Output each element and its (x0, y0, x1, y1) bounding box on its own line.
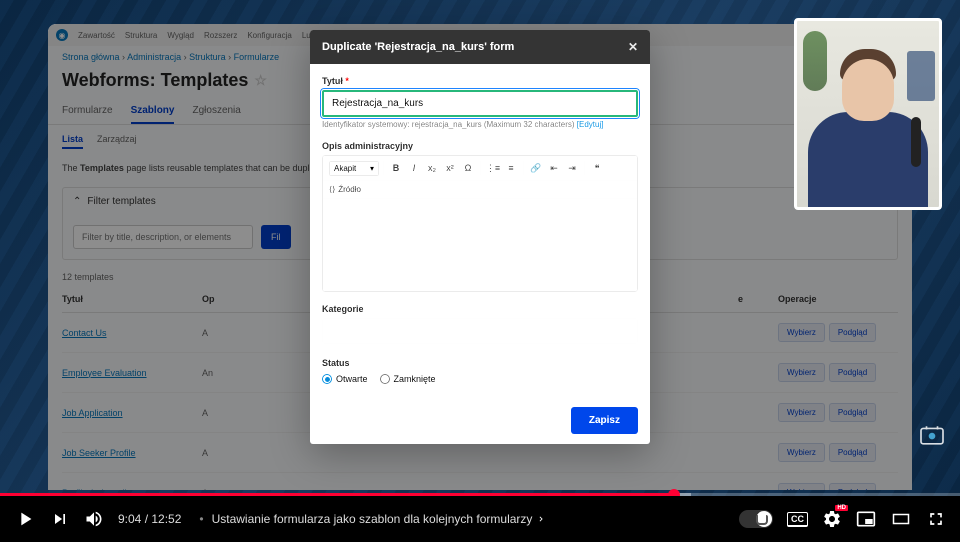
italic-icon[interactable]: I (406, 160, 422, 176)
bullet-list-icon[interactable]: ⋮≡ (485, 160, 501, 176)
settings-button[interactable]: HD (822, 509, 842, 529)
theater-button[interactable] (890, 510, 912, 528)
link-icon[interactable]: 🔗 (528, 160, 544, 176)
video-content: ◉ Zawartość Struktura Wygląd Rozszerz Ko… (0, 0, 960, 496)
machine-name-hint: Identyfikator systemowy: rejestracja_na_… (322, 120, 638, 129)
title-label: Tytuł * (322, 76, 638, 86)
next-button[interactable] (50, 509, 70, 529)
omega-icon[interactable]: Ω (460, 160, 476, 176)
captions-button[interactable]: CC (787, 512, 808, 527)
status-closed-radio[interactable]: Zamknięte (380, 374, 436, 384)
close-icon[interactable]: ✕ (628, 40, 638, 54)
fullscreen-button[interactable] (926, 509, 946, 529)
radio-checked-icon (322, 374, 332, 384)
radio-unchecked-icon (380, 374, 390, 384)
chapter-title[interactable]: Ustawianie formularza jako szablon dla k… (195, 512, 546, 526)
channel-watermark-icon[interactable] (918, 424, 946, 446)
hd-badge: HD (835, 505, 848, 511)
editor-textarea[interactable] (323, 199, 637, 291)
source-button[interactable]: ⟨⟩Źródło (329, 185, 631, 194)
modal-title: Duplicate 'Rejestracja_na_kurs' form (322, 41, 514, 53)
status-open-radio[interactable]: Otwarte (322, 374, 368, 384)
presenter-webcam (794, 18, 942, 210)
title-input[interactable] (322, 90, 638, 117)
play-button[interactable] (14, 508, 36, 530)
number-list-icon[interactable]: ≡ (503, 160, 519, 176)
editor-toolbar: Akapit▾ B I x₂ x² Ω ⋮≡ ≡ 🔗 ⇤ ⇥ ❝ (323, 156, 637, 181)
category-input[interactable] (322, 318, 638, 344)
bold-icon[interactable]: B (388, 160, 404, 176)
edit-link[interactable]: [Edytuj] (577, 120, 604, 129)
miniplayer-button[interactable] (856, 509, 876, 529)
category-label: Kategorie (322, 304, 638, 314)
volume-button[interactable] (84, 509, 104, 529)
superscript-icon[interactable]: x² (442, 160, 458, 176)
status-label: Status (322, 358, 638, 368)
subscript-icon[interactable]: x₂ (424, 160, 440, 176)
quote-icon[interactable]: ❝ (589, 160, 605, 176)
indent-icon[interactable]: ⇥ (564, 160, 580, 176)
format-select[interactable]: Akapit▾ (329, 161, 379, 176)
code-icon: ⟨⟩ (329, 185, 335, 194)
duplicate-modal: Duplicate 'Rejestracja_na_kurs' form ✕ T… (310, 30, 650, 444)
save-button[interactable]: Zapisz (571, 407, 638, 434)
outdent-icon[interactable]: ⇤ (546, 160, 562, 176)
rich-text-editor: Akapit▾ B I x₂ x² Ω ⋮≡ ≡ 🔗 ⇤ ⇥ ❝ (322, 155, 638, 292)
modal-header: Duplicate 'Rejestracja_na_kurs' form ✕ (310, 30, 650, 64)
time-display: 9:04 / 12:52 (118, 512, 181, 526)
player-controls: 9:04 / 12:52 Ustawianie formularza jako … (0, 496, 960, 542)
autoplay-toggle[interactable] (739, 510, 773, 528)
desc-label: Opis administracyjny (322, 141, 638, 151)
